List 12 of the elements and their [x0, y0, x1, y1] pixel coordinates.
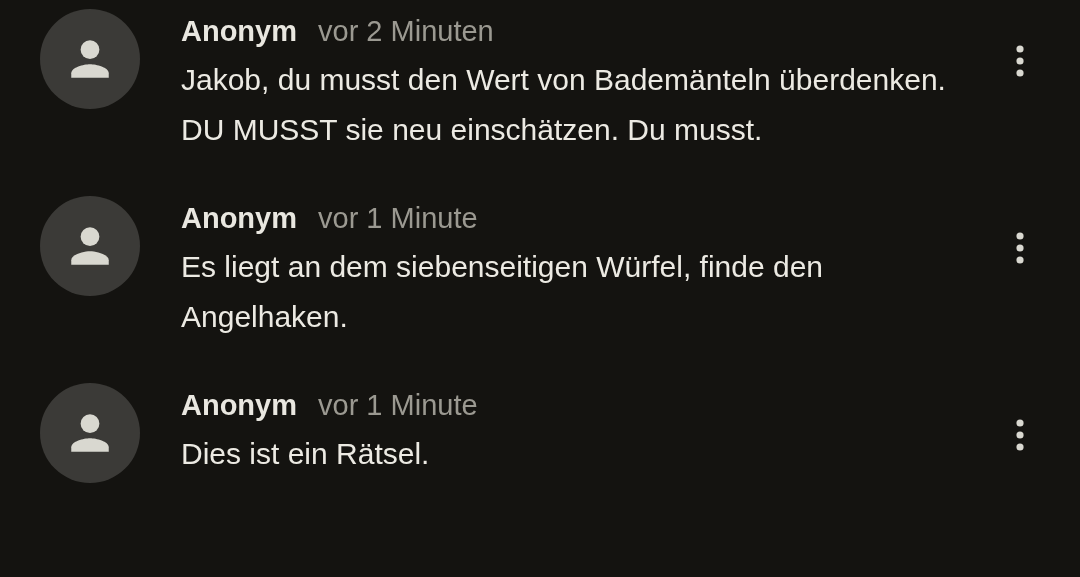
comment-time: vor 1 Minute: [318, 201, 478, 236]
author-name: Anonym: [181, 201, 297, 236]
kebab-menu-icon: [1016, 232, 1024, 264]
comment-time: vor 1 Minute: [318, 388, 478, 423]
kebab-menu-icon: [1016, 419, 1024, 451]
kebab-menu-icon: [1016, 45, 1024, 77]
comment-text: Es liegt an dem siebenseitigen Würfel, finde den Angelhaken.: [181, 249, 825, 335]
comment-text: Jakob, du musst den Wert von Bademänteln überdenken. DU MUSST sie neu einschätzen. Du musst.: [181, 62, 947, 148]
author-name: Anonym: [181, 388, 297, 423]
author-name: Anonym: [181, 14, 297, 49]
comment-time: vor 2 Minuten: [318, 14, 494, 49]
comment-text: Dies ist ein Rätsel.: [181, 436, 431, 472]
